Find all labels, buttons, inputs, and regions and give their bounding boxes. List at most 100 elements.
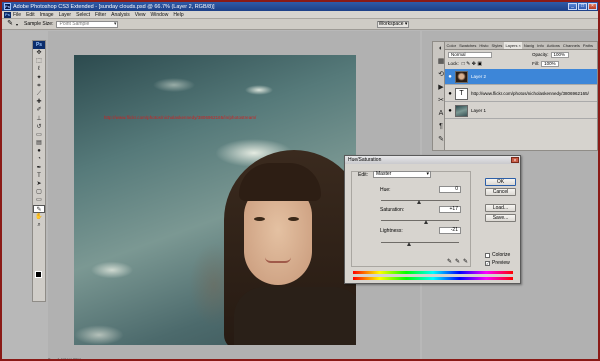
tool-preset-arrow-icon[interactable]: ▾ [16,22,18,27]
opacity-field[interactable]: 100% [550,51,569,58]
menu-layer[interactable]: Layer [59,12,72,18]
eyedropper-icon[interactable]: ✎ [6,20,14,28]
status-bar: Doc: 1.66M/4.25M [48,357,81,361]
lasso-tool-icon[interactable]: ℓ [33,65,45,73]
history-brush-tool-icon[interactable]: ↺ [33,123,45,131]
layer-row-layer-2[interactable]: ● Layer 2 [445,69,597,85]
layer-name: Layer 2 [471,74,487,79]
dialog-close-button[interactable]: × [511,157,519,164]
layer-visibility-eye-icon[interactable]: ● [445,74,455,80]
eyedropper-sample-icon[interactable]: ✎ [447,258,452,265]
layer-visibility-eye-icon[interactable]: ● [445,91,455,97]
path-select-tool-icon[interactable]: ➤ [33,180,45,188]
tab-channels[interactable]: Channels [561,42,581,49]
tab-layers[interactable]: Layers × [503,42,523,49]
move-tool-icon[interactable]: ✥ [33,49,45,57]
lightness-value-field[interactable]: -21 [439,227,461,234]
tab-color[interactable]: Color [445,42,458,49]
zoom-tool-icon[interactable]: ⌕ [33,221,45,229]
eraser-tool-icon[interactable]: ▭ [33,131,45,139]
sample-size-select[interactable]: Point Sample [56,20,119,28]
layer-thumbnail [455,104,468,117]
save-button[interactable]: Save... [485,214,516,222]
sample-size-label: Sample Size: [24,21,54,27]
menu-help[interactable]: Help [173,12,183,18]
menu-view[interactable]: View [135,12,146,18]
hue-value-field[interactable]: 0 [439,186,461,193]
eyedropper-add-icon[interactable]: ✎ [455,258,460,265]
clone-stamp-tool-icon[interactable]: ⊥ [33,115,45,123]
gradient-tool-icon[interactable]: ▤ [33,139,45,147]
tab-paths[interactable]: Paths [581,42,594,49]
tab-actions[interactable]: Actions [545,42,561,49]
layer-row-text-link[interactable]: ● T http://www.flickr.com/photos/nichola… [445,86,597,102]
dialog-title: Hue/Saturation [345,156,520,164]
fill-field[interactable]: 100% [541,60,560,67]
opacity-label: Opacity: [532,52,549,57]
brush-tool-icon[interactable]: ✐ [33,106,45,114]
menu-image[interactable]: Image [40,12,54,18]
marquee-tool-icon[interactable]: ⬚ [33,57,45,65]
close-button[interactable]: × [588,3,597,10]
saturation-value-field[interactable]: +17 [439,206,461,213]
menu-filter[interactable]: Filter [95,12,106,18]
menu-analysis[interactable]: Analysis [111,12,130,18]
quick-select-tool-icon[interactable]: ✦ [33,74,45,82]
tab-styles[interactable]: Styles [490,42,504,49]
document-canvas[interactable]: http://www.flickr.com/photos/nicholasken… [74,55,356,345]
blur-tool-icon[interactable]: ● [33,147,45,155]
minimize-button[interactable]: _ [568,3,577,10]
blend-opacity-row: Normal Opacity: 100% [445,50,597,59]
menu-file[interactable]: File [13,12,21,18]
notes-tool-icon[interactable]: ▭ [33,196,45,204]
load-button[interactable]: Load... [485,204,516,212]
menu-edit[interactable]: Edit [26,12,35,18]
shape-tool-icon[interactable]: ▢ [33,188,45,196]
lock-icons[interactable]: □ ✎ ✥ ▣ [462,61,482,67]
type-tool-icon[interactable]: T [33,172,45,180]
lightness-slider-track[interactable] [381,242,459,243]
tools-palette: Ps ✥ ⬚ ℓ ✦ ⌗ ⟋ ✚ ✐ ⊥ ↺ ▭ ▤ ● ◔ ✒ T ➤ ▢ ▭… [32,40,46,302]
window-title: Adobe Photoshop CS3 Extended - [sunday c… [13,3,215,10]
menu-bar: Ps File Edit Image Layer Select Filter A… [2,11,598,19]
tab-swatches[interactable]: Swatches [458,42,478,49]
lightness-slider-thumb[interactable] [407,242,411,246]
preview-option[interactable]: ✓ Preview [485,260,510,266]
layer-row-layer-1[interactable]: ● Layer 1 [445,103,597,119]
dodge-tool-icon[interactable]: ◔ [33,155,45,163]
layer-name: http://www.flickr.com/photos/nicholasken… [471,91,589,96]
preview-checkbox[interactable]: ✓ [485,260,490,266]
lock-label: Lock: [448,61,459,66]
menu-window[interactable]: Window [151,12,169,18]
photoshop-window: Ps Adobe Photoshop CS3 Extended - [sunda… [0,0,600,361]
tab-histogram[interactable]: Histo [478,42,490,49]
crop-tool-icon[interactable]: ⌗ [33,82,45,90]
panel-tabs: Color Swatches Histo Styles Layers × Nav… [445,42,597,50]
eyedropper-tool-icon[interactable]: ✎ [33,204,45,213]
workspace-button[interactable]: Workspace ▾ [377,21,409,28]
saturation-slider-track[interactable] [381,220,459,221]
colorize-label: Colorize [492,252,511,258]
blend-mode-select[interactable]: Normal [448,51,492,58]
saturation-label: Saturation: [380,207,405,213]
hand-tool-icon[interactable]: ✋ [33,213,45,221]
maximize-button[interactable]: □ [578,3,587,10]
menu-select[interactable]: Select [76,12,90,18]
saturation-slider-thumb[interactable] [424,220,428,224]
healing-brush-tool-icon[interactable]: ✚ [33,98,45,106]
photoshop-logo: Ps [4,11,11,18]
hue-slider-thumb[interactable] [417,200,421,204]
layer-visibility-eye-icon[interactable]: ● [445,108,455,114]
edit-range-select[interactable]: Master [373,171,431,178]
ok-button[interactable]: OK [485,178,516,186]
tab-info[interactable]: Info [536,42,546,49]
colorize-option[interactable]: Colorize [485,252,510,258]
foreground-color-swatch[interactable] [35,271,42,278]
tab-navigator[interactable]: Navig [522,42,535,49]
pen-tool-icon[interactable]: ✒ [33,164,45,172]
text-layer-thumbnail-icon: T [455,87,468,100]
colorize-checkbox[interactable] [485,252,490,258]
cancel-button[interactable]: Cancel [485,188,516,196]
eyedropper-subtract-icon[interactable]: ✎ [463,258,468,265]
slice-tool-icon[interactable]: ⟋ [33,90,45,98]
